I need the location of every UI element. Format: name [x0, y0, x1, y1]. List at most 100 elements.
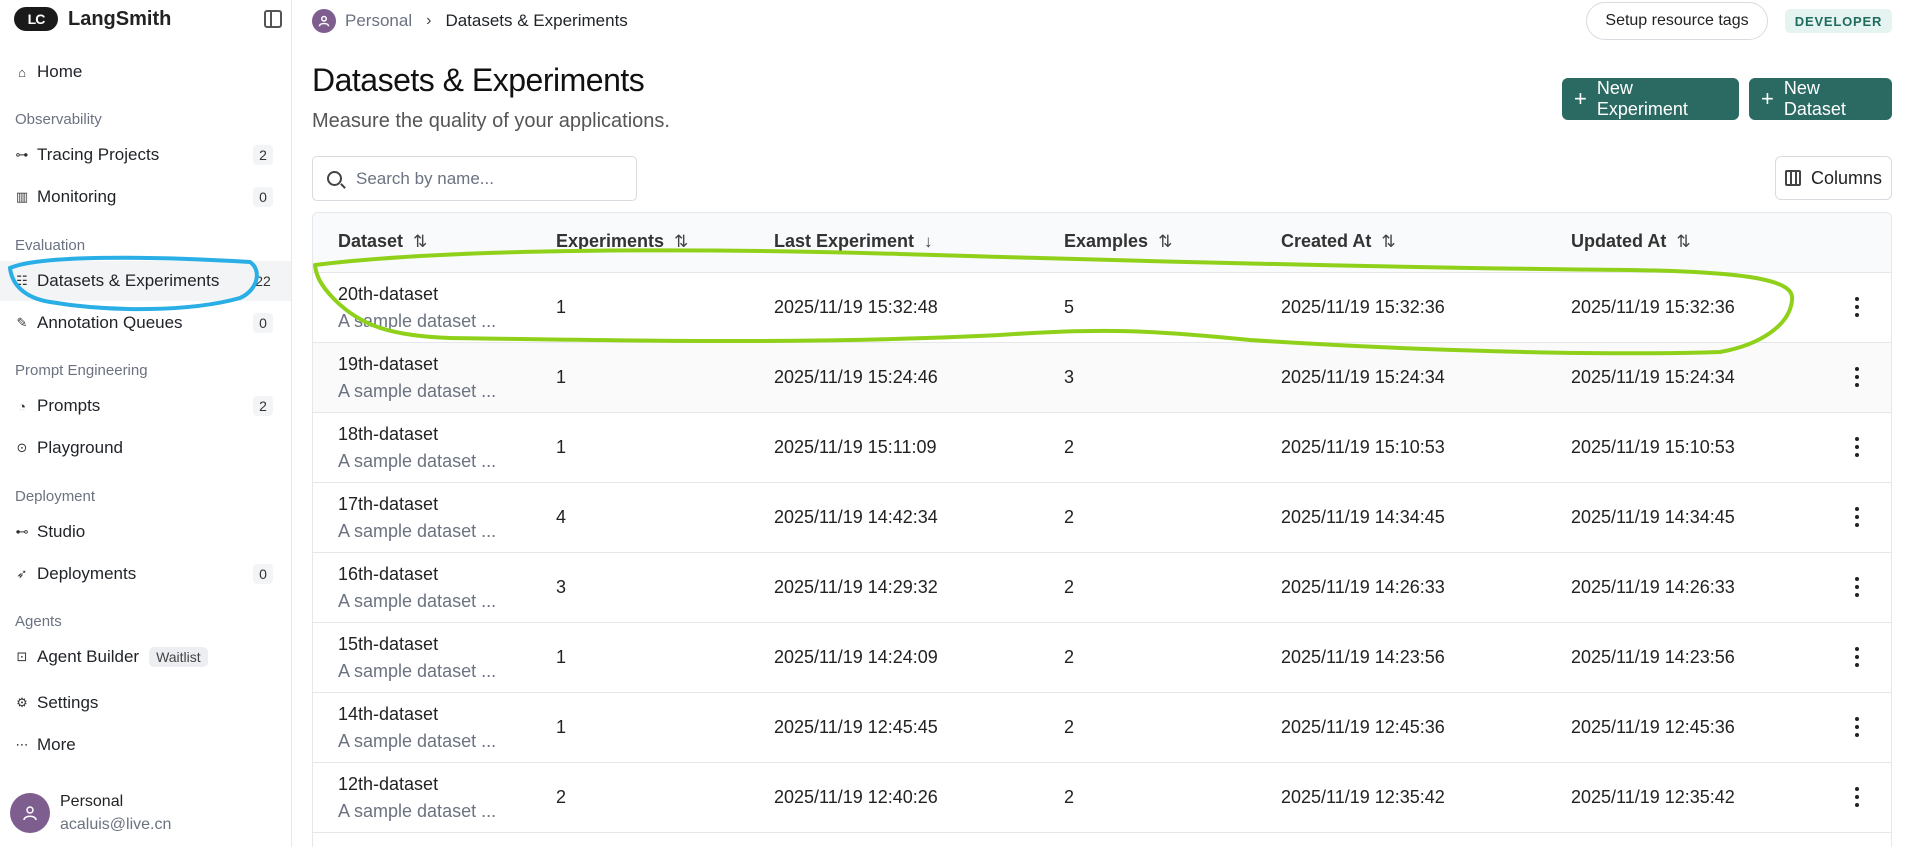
- sort-icon[interactable]: ⇅: [1158, 232, 1172, 252]
- dataset-description: A sample dataset ...: [338, 661, 497, 681]
- dataset-name[interactable]: 19th-dataset: [338, 354, 438, 375]
- count-badge: 2: [253, 145, 273, 165]
- sidebar-collapse-icon[interactable]: [264, 10, 282, 28]
- row-menu-icon[interactable]: [1854, 367, 1860, 387]
- column-header-updated-at[interactable]: Updated At ⇅: [1571, 231, 1691, 252]
- row-menu-icon[interactable]: [1854, 717, 1860, 737]
- table-row[interactable]: 12th-dataset A sample dataset ... 2 2025…: [313, 763, 1891, 833]
- row-menu-icon[interactable]: [1854, 647, 1860, 667]
- sidebar-item-home[interactable]: ⌂ Home: [0, 52, 291, 92]
- table-row[interactable]: 20th-dataset A sample dataset ... 1 2025…: [313, 273, 1891, 343]
- examples-count: 2: [1064, 507, 1075, 527]
- new-dataset-button[interactable]: + New Dataset: [1749, 78, 1892, 120]
- avatar: [10, 793, 50, 833]
- column-header-last-experiment[interactable]: Last Experiment ↓: [774, 231, 933, 252]
- sort-icon[interactable]: ⇅: [413, 232, 427, 252]
- sort-icon[interactable]: ⇅: [674, 232, 688, 252]
- user-icon: [318, 15, 330, 27]
- examples-count: 2: [1064, 647, 1075, 667]
- dataset-name[interactable]: 15th-dataset: [338, 634, 438, 655]
- logo[interactable]: LC LangSmith: [14, 6, 282, 32]
- sidebar-item-studio[interactable]: ⊷ Studio: [0, 512, 291, 552]
- dataset-name[interactable]: 18th-dataset: [338, 424, 438, 445]
- setup-resource-tags-button[interactable]: Setup resource tags: [1586, 2, 1768, 40]
- last-experiment-date: 2025/11/19 12:40:26: [774, 787, 938, 807]
- lock-icon: ⊡: [16, 649, 28, 664]
- sidebar-item-more[interactable]: ⋯ More: [0, 725, 291, 765]
- dataset-description: A sample dataset ...: [338, 591, 497, 611]
- updated-at: 2025/11/19 15:32:36: [1571, 297, 1735, 317]
- created-at: 2025/11/19 15:10:53: [1281, 437, 1445, 457]
- sidebar-item-agent-builder[interactable]: ⊡ Agent Builder Waitlist: [0, 637, 291, 677]
- sidebar-item-datasets-experiments[interactable]: ☷ Datasets & Experiments 22: [0, 261, 291, 301]
- experiments-count: 1: [556, 437, 567, 457]
- count-badge: 2: [253, 396, 273, 416]
- experiments-count: 4: [556, 507, 567, 527]
- breadcrumb: Personal › Datasets & Experiments: [312, 8, 628, 34]
- row-menu-icon[interactable]: [1854, 787, 1860, 807]
- updated-at: 2025/11/19 14:23:56: [1571, 647, 1735, 667]
- dataset-description: A sample dataset ...: [338, 451, 497, 471]
- dataset-name[interactable]: 14th-dataset: [338, 704, 438, 725]
- sidebar-item-annotation-queues[interactable]: ✎ Annotation Queues 0: [0, 303, 291, 343]
- table-row[interactable]: 16th-dataset A sample dataset ... 3 2025…: [313, 553, 1891, 623]
- dataset-description: A sample dataset ...: [338, 801, 497, 821]
- dataset-name[interactable]: 12th-dataset: [338, 774, 438, 795]
- column-label: Experiments: [556, 231, 665, 251]
- table-row[interactable]: 19th-dataset A sample dataset ... 1 2025…: [313, 343, 1891, 413]
- dataset-name[interactable]: 16th-dataset: [338, 564, 438, 585]
- chevron-right-icon: ›: [426, 12, 432, 29]
- examples-count: 2: [1064, 437, 1075, 457]
- table-row[interactable]: 15th-dataset A sample dataset ... 1 2025…: [313, 623, 1891, 693]
- table-row[interactable]: 14th-dataset A sample dataset ... 1 2025…: [313, 693, 1891, 763]
- sidebar-item-settings[interactable]: ⚙ Settings: [0, 683, 291, 723]
- dataset-name[interactable]: 17th-dataset: [338, 494, 438, 515]
- column-header-created-at[interactable]: Created At ⇅: [1281, 231, 1396, 252]
- dataset-description: A sample dataset ...: [338, 381, 497, 401]
- table-row[interactable]: 18th-dataset A sample dataset ... 1 2025…: [313, 413, 1891, 483]
- sort-icon[interactable]: ⇅: [1381, 232, 1395, 252]
- sidebar-item-label: Playground: [37, 438, 124, 457]
- sidebar-item-monitoring[interactable]: ▥ Monitoring 0: [0, 177, 291, 217]
- updated-at: 2025/11/19 15:24:34: [1571, 367, 1735, 387]
- section-label-observability: Observability: [15, 111, 102, 128]
- dataset-name[interactable]: 20th-dataset: [338, 284, 438, 305]
- prompt-icon: ◔: [18, 398, 26, 414]
- row-menu-icon[interactable]: [1854, 507, 1860, 527]
- rocket-icon: ➶: [16, 566, 28, 581]
- sidebar-item-label: Agent Builder: [37, 647, 140, 666]
- column-header-experiments[interactable]: Experiments ⇅: [556, 231, 688, 252]
- last-experiment-date: 2025/11/19 12:45:45: [774, 717, 938, 737]
- count-badge: 0: [253, 313, 273, 333]
- new-experiment-button[interactable]: + New Experiment: [1562, 78, 1739, 120]
- table-row[interactable]: 17th-dataset A sample dataset ... 4 2025…: [313, 483, 1891, 553]
- sidebar-item-playground[interactable]: ⊙ Playground: [0, 428, 291, 468]
- column-label: Examples: [1064, 231, 1149, 251]
- sort-icon[interactable]: ⇅: [1676, 232, 1690, 252]
- search-input[interactable]: [356, 168, 626, 189]
- column-header-dataset[interactable]: Dataset ⇅: [338, 231, 427, 252]
- user-menu[interactable]: Personal acaluis@live.cn: [10, 788, 285, 838]
- column-label: Last Experiment: [774, 231, 915, 251]
- home-icon: ⌂: [18, 64, 26, 80]
- table-header: Dataset ⇅ Experiments ⇅ Last Experiment …: [313, 213, 1891, 273]
- breadcrumb-workspace[interactable]: Personal: [345, 11, 412, 31]
- examples-count: 2: [1064, 787, 1075, 807]
- created-at: 2025/11/19 15:24:34: [1281, 367, 1445, 387]
- sidebar-item-label: More: [37, 735, 76, 754]
- column-header-examples[interactable]: Examples ⇅: [1064, 231, 1172, 252]
- sidebar-item-tracing-projects[interactable]: ⊶ Tracing Projects 2: [0, 135, 291, 175]
- sidebar-item-deployments[interactable]: ➶ Deployments 0: [0, 554, 291, 594]
- created-at: 2025/11/19 14:34:45: [1281, 507, 1445, 527]
- sort-desc-icon[interactable]: ↓: [924, 232, 933, 252]
- columns-button[interactable]: Columns: [1775, 156, 1892, 200]
- column-label: Updated At: [1571, 231, 1667, 251]
- count-badge: 0: [253, 187, 273, 207]
- row-menu-icon[interactable]: [1854, 297, 1860, 317]
- section-label-evaluation: Evaluation: [15, 237, 86, 254]
- sidebar-item-label: Tracing Projects: [37, 145, 160, 164]
- row-menu-icon[interactable]: [1854, 437, 1860, 457]
- row-menu-icon[interactable]: [1854, 577, 1860, 597]
- sidebar-item-prompts[interactable]: ◔ Prompts 2: [0, 386, 291, 426]
- examples-count: 2: [1064, 577, 1075, 597]
